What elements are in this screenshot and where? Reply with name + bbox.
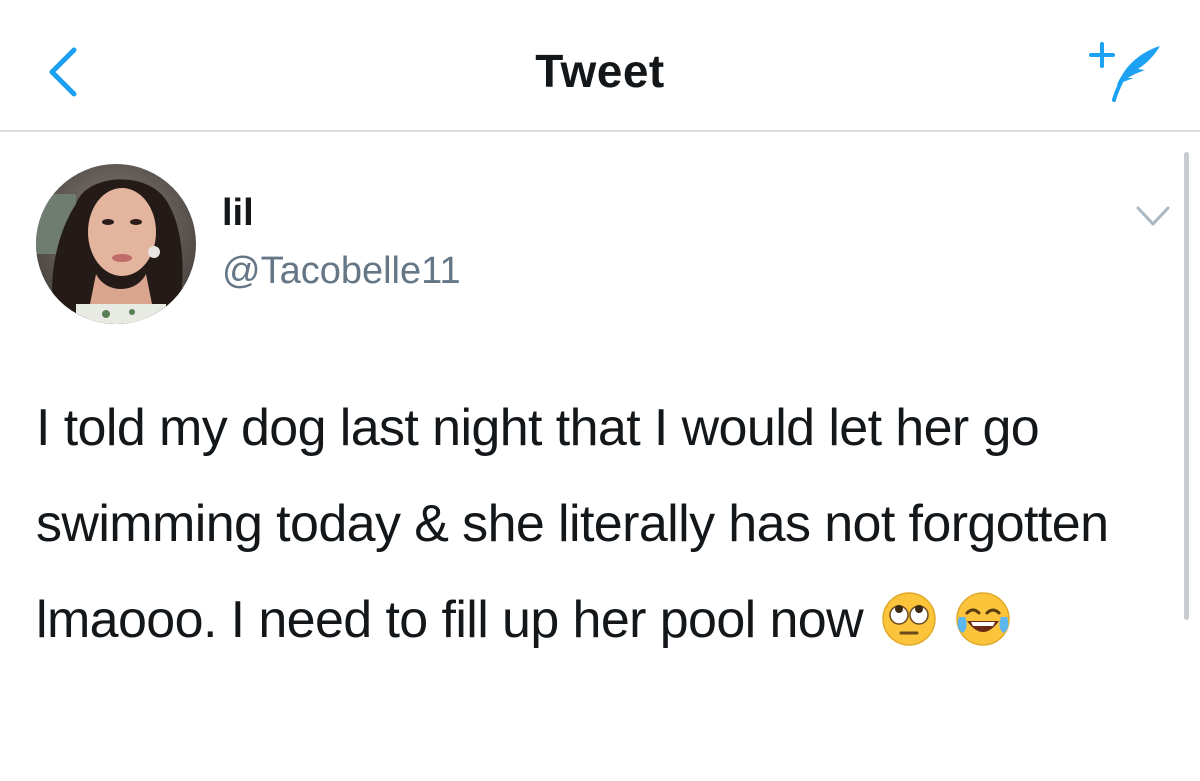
avatar[interactable]	[36, 164, 196, 324]
tweet-text: I told my dog last night that I would le…	[36, 399, 1109, 649]
chevron-left-icon	[49, 47, 77, 97]
face-with-tears-of-joy-icon	[956, 592, 1010, 646]
page-title: Tweet	[535, 45, 665, 97]
compose-tweet-icon	[1089, 42, 1160, 102]
chevron-down-icon	[1136, 206, 1170, 226]
tweet-body: I told my dog last night that I would le…	[36, 380, 1166, 668]
face-with-rolling-eyes-icon	[882, 592, 936, 646]
tweet-detail-screen: Tweet lil @Tacobelle11 I told my dog las…	[0, 0, 1200, 781]
user-handle[interactable]: @Tacobelle11	[222, 250, 461, 293]
tweet-options-button[interactable]	[1132, 198, 1174, 234]
compose-tweet-button[interactable]	[1088, 38, 1168, 104]
profile-photo	[36, 164, 196, 324]
user-display-name[interactable]: lil	[222, 192, 254, 235]
back-button[interactable]	[40, 44, 90, 100]
scrollbar[interactable]	[1184, 152, 1189, 620]
nav-header: Tweet	[0, 0, 1200, 132]
